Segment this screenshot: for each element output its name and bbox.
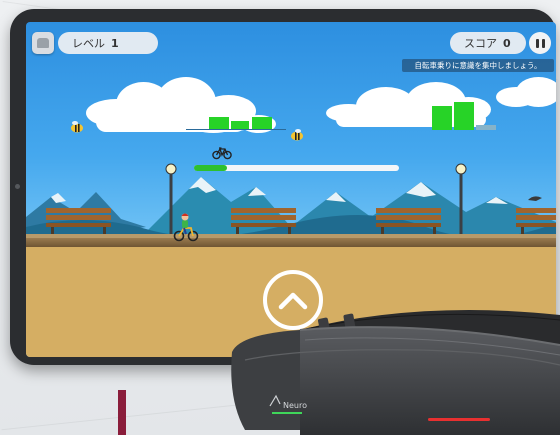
eeg-headband: Neuro	[231, 310, 560, 435]
device-brand: Neuro	[283, 401, 307, 410]
status-led-red	[428, 418, 490, 421]
status-led-green	[272, 412, 302, 414]
stand-post	[118, 390, 126, 435]
